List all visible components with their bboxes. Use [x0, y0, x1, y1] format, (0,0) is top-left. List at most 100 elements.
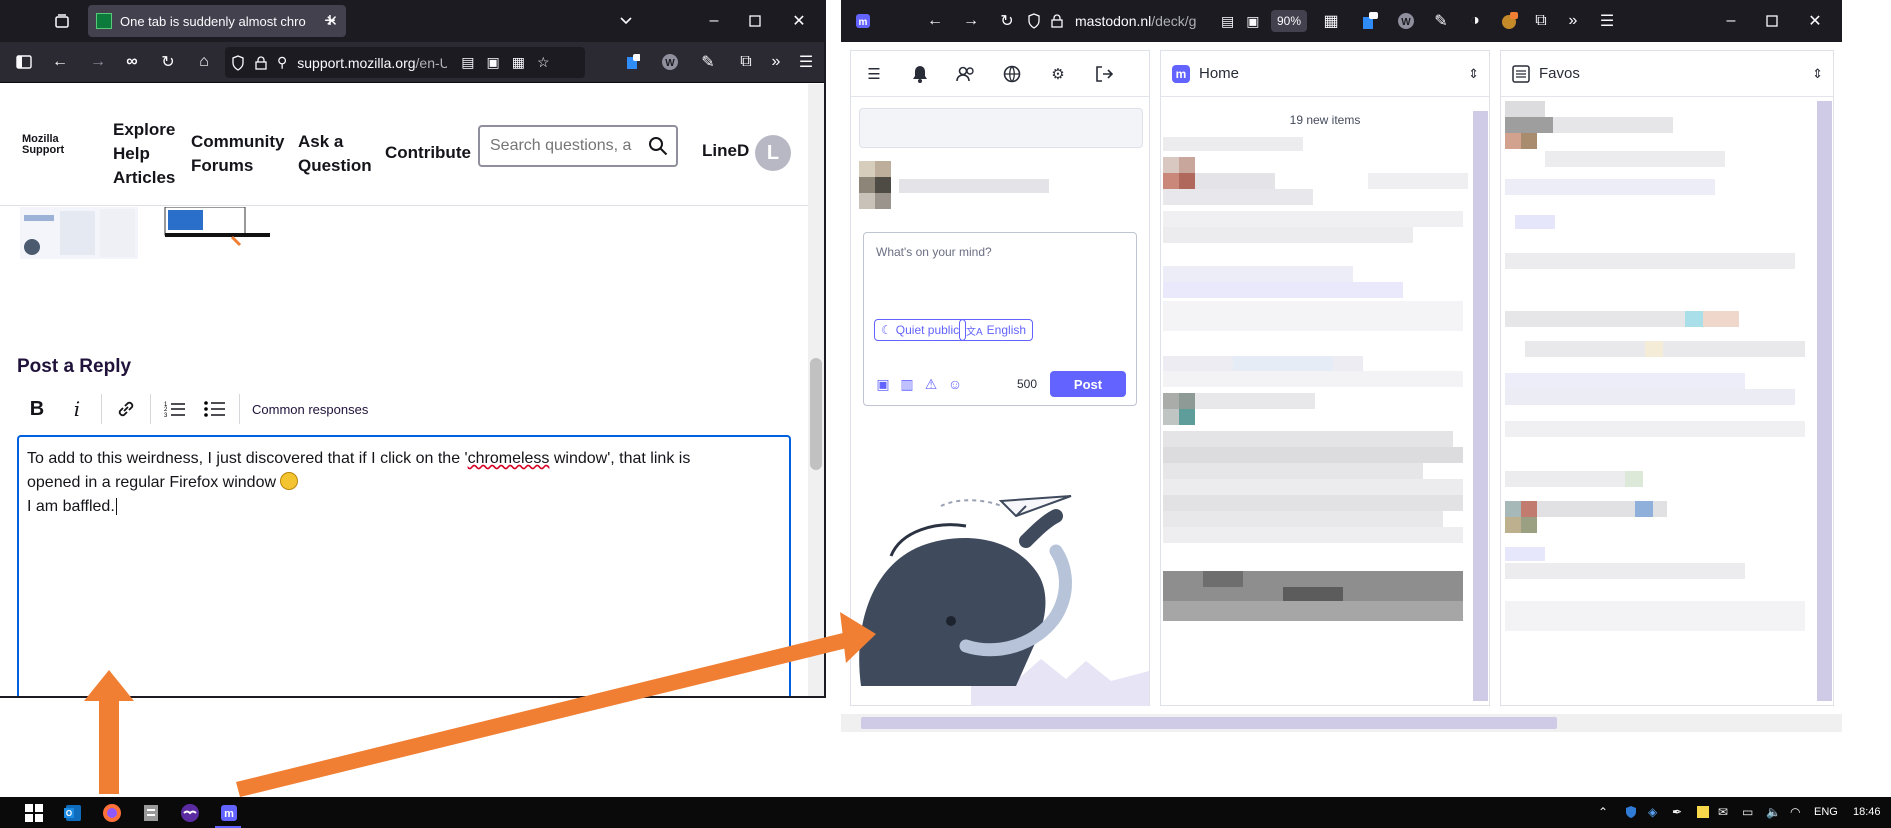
reload-icon[interactable]: ↻	[993, 7, 1021, 35]
back-icon[interactable]: ←	[46, 48, 74, 76]
reload-icon[interactable]: ↻	[154, 48, 182, 76]
favourites-column-header[interactable]: Favos ⇕	[1501, 51, 1833, 97]
page-scrollbar-thumb[interactable]	[810, 358, 822, 470]
reply-textarea[interactable]: To add to this weirdness, I just discove…	[17, 435, 791, 696]
extension-grid-icon[interactable]: ▦	[512, 54, 525, 71]
maximize-button[interactable]	[1758, 7, 1786, 35]
nav-contribute[interactable]: Contribute	[385, 141, 471, 165]
poll-chart-icon[interactable]: ▥	[898, 375, 916, 393]
hamburger-menu-icon[interactable]: ☰	[857, 57, 891, 91]
reader-view-icon[interactable]: ▤	[1221, 13, 1234, 30]
overflow-chevrons-icon[interactable]: »	[1559, 7, 1587, 35]
lock-icon[interactable]	[255, 55, 267, 70]
globe-icon[interactable]	[995, 57, 1029, 91]
bookmark-star-icon[interactable]: ☆	[537, 54, 550, 71]
mastodon-app-icon[interactable]: m	[217, 801, 241, 825]
column-settings-chevrons-icon[interactable]: ⇕	[1468, 66, 1479, 82]
nav-ask-a-question[interactable]: Ask a Question	[298, 130, 380, 178]
minimize-button[interactable]: –	[1717, 7, 1745, 35]
user-name[interactable]: LineD	[702, 141, 749, 161]
common-responses-button[interactable]: Common responses	[252, 402, 368, 417]
windows-start-icon[interactable]	[22, 801, 46, 825]
volume-icon[interactable]: 🔈	[1766, 805, 1781, 819]
document-app-icon[interactable]	[139, 801, 163, 825]
visibility-dropdown[interactable]: ☾ Quiet public	[874, 319, 967, 341]
tracking-shield-icon[interactable]	[231, 54, 245, 71]
numbered-list-icon[interactable]: 123	[155, 392, 195, 426]
close-window-button[interactable]: ✕	[1801, 7, 1829, 35]
logout-icon[interactable]	[1087, 57, 1121, 91]
picture-in-picture-icon[interactable]: ▣	[1246, 13, 1259, 30]
sync-extension-icon[interactable]: ◑	[1461, 7, 1489, 35]
wifi-icon[interactable]: ◠	[1790, 805, 1800, 819]
security-shield-icon[interactable]	[1624, 805, 1638, 819]
hamburger-menu-icon[interactable]: ☰	[792, 48, 820, 76]
attachment-thumbnails[interactable]	[20, 207, 270, 262]
deck-horizontal-scrollbar[interactable]	[841, 714, 1842, 732]
minimize-button[interactable]: –	[700, 7, 728, 35]
mozilla-support-logo[interactable]: Mozilla Support	[22, 134, 64, 156]
emoji-picker-icon[interactable]: ☺	[946, 375, 964, 393]
extension-badge-icon[interactable]	[1355, 7, 1383, 35]
private-mask-icon[interactable]: ∞	[118, 48, 146, 76]
link-icon[interactable]	[106, 392, 146, 426]
maximize-button[interactable]	[741, 7, 769, 35]
new-items-indicator[interactable]: 19 new items	[1161, 113, 1489, 127]
language-dropdown[interactable]: 文A English	[959, 319, 1034, 341]
sticky-notes-icon[interactable]	[1696, 805, 1710, 819]
overflow-chevrons-icon[interactable]: »	[762, 48, 790, 76]
wikipedia-extension-icon[interactable]: W	[656, 48, 684, 76]
extensions-puzzle-icon[interactable]: ⧉	[1527, 7, 1555, 35]
screenshot-extension-icon[interactable]: ✎	[1427, 7, 1455, 35]
new-tab-button[interactable]: +	[316, 7, 344, 35]
url-bar[interactable]: ⚲ support.mozilla.org/en-U ▤ ▣ ▦ ☆	[225, 47, 585, 78]
search-field[interactable]	[478, 125, 678, 167]
firefox-view-icon[interactable]	[48, 7, 76, 35]
home-column-scrollbar[interactable]	[1473, 111, 1488, 701]
search-input[interactable]	[859, 108, 1143, 148]
post-button[interactable]: Post	[1050, 371, 1126, 397]
zoom-level[interactable]: 90%	[1271, 10, 1307, 32]
back-icon[interactable]: ←	[921, 7, 949, 35]
permissions-icon[interactable]: ⚲	[277, 54, 287, 71]
save-to-pocket-icon[interactable]: ▣	[487, 54, 500, 71]
list-tabs-chevron-down-icon[interactable]	[612, 7, 640, 35]
content-warning-icon[interactable]: ⚠	[922, 375, 940, 393]
home-icon[interactable]: ⌂	[190, 48, 218, 76]
reader-view-icon[interactable]: ▤	[461, 54, 474, 71]
lock-icon[interactable]	[1051, 14, 1063, 28]
close-window-button[interactable]: ✕	[785, 7, 813, 35]
home-column-header[interactable]: m Home ⇕	[1161, 51, 1489, 97]
tracking-shield-icon[interactable]	[1027, 13, 1041, 29]
favourites-timeline-blurred[interactable]	[1505, 101, 1813, 701]
favourites-column-scrollbar[interactable]	[1817, 101, 1832, 701]
bold-button[interactable]: B	[17, 392, 57, 426]
url-bar[interactable]: mastodon.nl/deck/g ▤ ▣	[1027, 6, 1282, 36]
column-settings-chevrons-icon[interactable]: ⇕	[1812, 66, 1823, 82]
nav-explore-help-articles[interactable]: Explore Help Articles	[113, 118, 193, 190]
tray-app-icon[interactable]: ◈	[1648, 805, 1657, 819]
attach-image-icon[interactable]: ▣	[874, 375, 892, 393]
italic-button[interactable]: i	[57, 392, 97, 426]
battery-icon[interactable]: ▭	[1742, 805, 1753, 819]
compose-textarea[interactable]: What's on your mind?	[876, 245, 992, 259]
home-timeline-blurred[interactable]	[1163, 131, 1473, 701]
tab-active[interactable]: One tab is suddenly almost chro ✕	[88, 5, 346, 37]
nav-community-forums[interactable]: Community Forums	[191, 130, 285, 178]
search-icon[interactable]	[648, 136, 668, 156]
extension-badge-icon[interactable]	[618, 48, 646, 76]
account-card-blurred[interactable]	[859, 161, 1059, 211]
wikipedia-extension-icon[interactable]: W	[1392, 7, 1420, 35]
search-input[interactable]	[490, 137, 640, 155]
people-icon[interactable]	[949, 57, 983, 91]
bulleted-list-icon[interactable]	[195, 392, 235, 426]
notification-extension-icon[interactable]	[1495, 7, 1523, 35]
outlook-app-icon[interactable]: O	[61, 801, 85, 825]
extensions-puzzle-icon[interactable]: ⧉	[732, 48, 760, 76]
forward-icon[interactable]: →	[84, 48, 112, 76]
gear-icon[interactable]: ⚙	[1041, 57, 1075, 91]
hamburger-menu-icon[interactable]: ☰	[1593, 7, 1621, 35]
firefox-private-app-icon[interactable]	[178, 801, 202, 825]
forward-icon[interactable]: →	[957, 7, 985, 35]
screenshot-extension-icon[interactable]: ✎	[694, 48, 722, 76]
